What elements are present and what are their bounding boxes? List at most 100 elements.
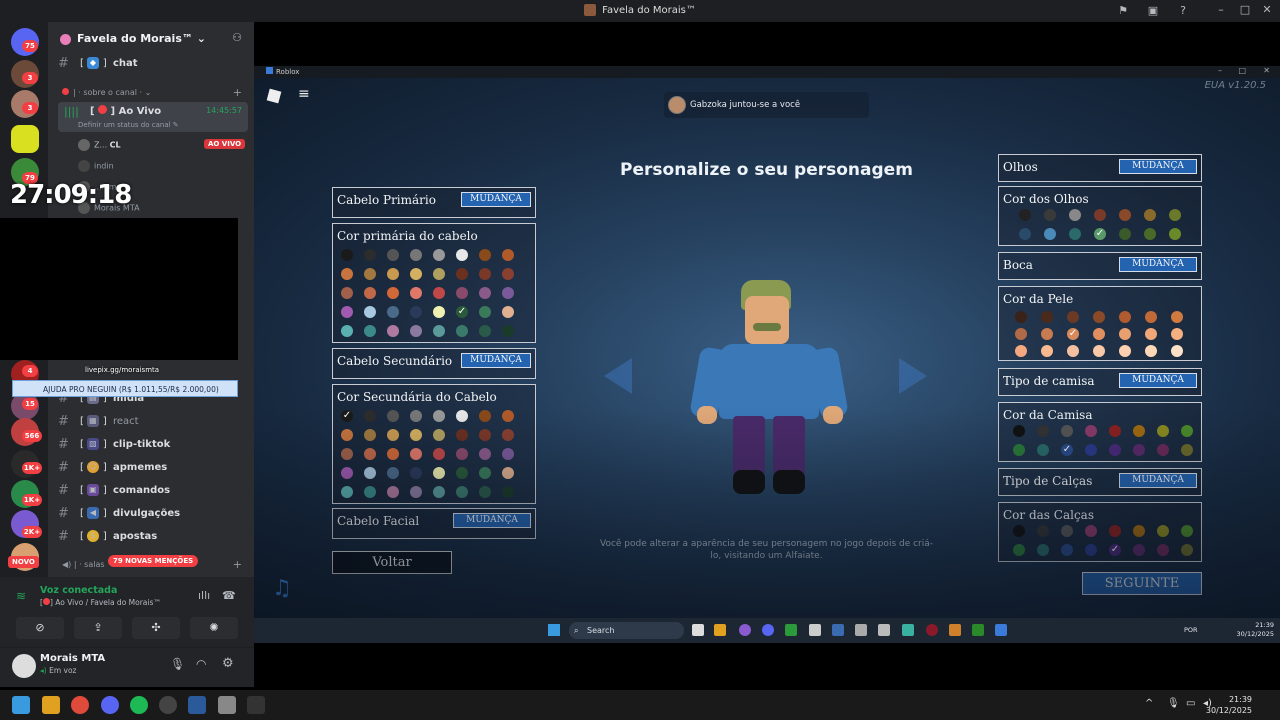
selected-color-swatch[interactable]: ✓ xyxy=(1067,328,1079,340)
color-swatch[interactable] xyxy=(1093,345,1105,357)
color-swatch[interactable] xyxy=(1013,544,1025,556)
windows-start-icon[interactable] xyxy=(12,696,30,714)
color-swatch[interactable] xyxy=(410,306,422,318)
color-swatch[interactable] xyxy=(410,410,422,422)
color-swatch[interactable] xyxy=(1171,345,1183,357)
channel-react[interactable]: #[▦] react xyxy=(58,411,248,431)
color-swatch[interactable] xyxy=(1181,425,1193,437)
color-swatch[interactable] xyxy=(1109,425,1121,437)
color-swatch[interactable] xyxy=(410,486,422,498)
change-facial-hair-button[interactable]: MUDANÇA xyxy=(453,513,531,528)
color-swatch[interactable] xyxy=(1061,425,1073,437)
chrome-icon[interactable] xyxy=(71,696,89,714)
color-swatch[interactable] xyxy=(1145,311,1157,323)
color-swatch[interactable] xyxy=(387,306,399,318)
color-swatch[interactable] xyxy=(502,410,514,422)
color-swatch[interactable] xyxy=(341,448,353,460)
app-icon[interactable] xyxy=(878,624,890,636)
change-hair-primary-button[interactable]: MUDANÇA xyxy=(461,192,531,207)
chevron-up-icon[interactable]: ^ xyxy=(1145,698,1153,709)
app-icon[interactable] xyxy=(902,624,914,636)
color-swatch[interactable] xyxy=(479,306,491,318)
steam-icon[interactable] xyxy=(188,696,206,714)
color-swatch[interactable] xyxy=(502,306,514,318)
color-swatch[interactable] xyxy=(433,448,445,460)
minimize-button[interactable]: – xyxy=(1218,66,1222,75)
color-swatch[interactable] xyxy=(1013,444,1025,456)
color-swatch[interactable] xyxy=(410,268,422,280)
steam-icon[interactable] xyxy=(832,624,844,636)
color-swatch[interactable] xyxy=(1093,311,1105,323)
color-swatch[interactable] xyxy=(387,467,399,479)
color-swatch[interactable] xyxy=(387,287,399,299)
back-button[interactable]: Voltar xyxy=(332,551,452,574)
color-swatch[interactable] xyxy=(410,249,422,261)
change-eyes-button[interactable]: MUDANÇA xyxy=(1119,159,1197,174)
color-swatch[interactable] xyxy=(1133,544,1145,556)
rotate-left-arrow[interactable] xyxy=(604,358,632,394)
color-swatch[interactable] xyxy=(456,410,468,422)
close-button[interactable]: ✕ xyxy=(1263,66,1270,75)
color-swatch[interactable] xyxy=(1157,444,1169,456)
color-swatch[interactable] xyxy=(479,287,491,299)
settings-icon[interactable] xyxy=(218,696,236,714)
color-swatch[interactable] xyxy=(479,467,491,479)
color-swatch[interactable] xyxy=(502,325,514,337)
selected-color-swatch[interactable]: ✓ xyxy=(456,306,468,318)
color-swatch[interactable] xyxy=(1145,328,1157,340)
color-swatch[interactable] xyxy=(1119,311,1131,323)
voice-user[interactable]: Z... CL xyxy=(78,139,121,151)
color-swatch[interactable] xyxy=(433,268,445,280)
color-swatch[interactable] xyxy=(456,486,468,498)
color-swatch[interactable] xyxy=(341,287,353,299)
channel-ao-vivo[interactable]: |||| [ ] Ao Vivo 14:45:57 Definir um sta… xyxy=(58,102,248,132)
color-swatch[interactable] xyxy=(479,410,491,422)
color-swatch[interactable] xyxy=(502,467,514,479)
color-swatch[interactable] xyxy=(1133,425,1145,437)
maximize-button[interactable]: □ xyxy=(1238,66,1246,75)
maximize-button[interactable]: □ xyxy=(1238,3,1252,16)
color-swatch[interactable] xyxy=(502,448,514,460)
color-swatch[interactable] xyxy=(1133,525,1145,537)
color-swatch[interactable] xyxy=(433,410,445,422)
category-salas[interactable]: ◀) | · salas xyxy=(62,560,105,569)
color-swatch[interactable] xyxy=(341,467,353,479)
color-swatch[interactable] xyxy=(502,268,514,280)
color-swatch[interactable] xyxy=(364,249,376,261)
app-icon[interactable] xyxy=(739,624,751,636)
color-swatch[interactable] xyxy=(456,249,468,261)
color-swatch[interactable] xyxy=(1041,345,1053,357)
screen-icon[interactable]: ▣ xyxy=(1146,4,1160,18)
xbox-icon[interactable] xyxy=(785,624,797,636)
activities-button[interactable]: ✣ xyxy=(132,617,180,639)
color-swatch[interactable] xyxy=(502,249,514,261)
color-swatch[interactable] xyxy=(364,325,376,337)
network-icon[interactable]: ▭ xyxy=(1186,698,1195,709)
color-swatch[interactable] xyxy=(410,467,422,479)
color-swatch[interactable] xyxy=(1085,544,1097,556)
epic-icon[interactable] xyxy=(247,696,265,714)
color-swatch[interactable] xyxy=(341,429,353,441)
color-swatch[interactable] xyxy=(1085,425,1097,437)
color-swatch[interactable] xyxy=(502,429,514,441)
change-mouth-button[interactable]: MUDANÇA xyxy=(1119,257,1197,272)
color-swatch[interactable] xyxy=(1019,228,1031,240)
channel-apmemes[interactable]: #[☺] apmemes xyxy=(58,457,248,477)
color-swatch[interactable] xyxy=(1181,544,1193,556)
app-icon[interactable] xyxy=(949,624,961,636)
color-swatch[interactable] xyxy=(1119,228,1131,240)
server-name[interactable]: Favela do Morais™ ⌄ xyxy=(60,32,206,45)
color-swatch[interactable] xyxy=(456,429,468,441)
close-button[interactable]: ✕ xyxy=(1260,3,1274,16)
color-swatch[interactable] xyxy=(1037,544,1049,556)
color-swatch[interactable] xyxy=(341,249,353,261)
color-swatch[interactable] xyxy=(1015,311,1027,323)
voice-user[interactable]: indin xyxy=(78,160,114,172)
color-swatch[interactable] xyxy=(1067,311,1079,323)
color-swatch[interactable] xyxy=(410,448,422,460)
color-swatch[interactable] xyxy=(1119,345,1131,357)
color-swatch[interactable] xyxy=(1144,228,1156,240)
color-swatch[interactable] xyxy=(1061,525,1073,537)
color-swatch[interactable] xyxy=(1044,209,1056,221)
color-swatch[interactable] xyxy=(502,287,514,299)
